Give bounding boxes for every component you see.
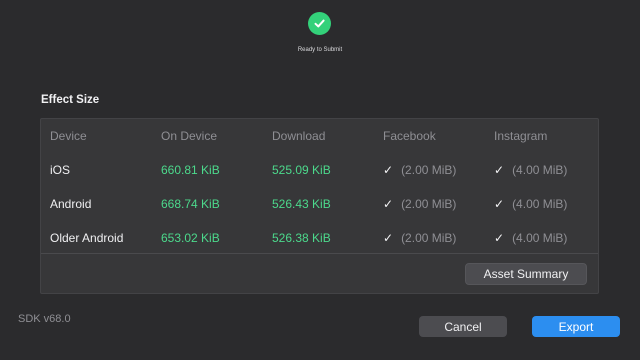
- column-header-device: Device: [50, 129, 87, 143]
- download-size: 526.38 KiB: [272, 231, 331, 245]
- download-size: 526.43 KiB: [272, 197, 331, 211]
- cancel-button[interactable]: Cancel: [419, 316, 507, 337]
- asset-summary-button[interactable]: Asset Summary: [465, 263, 587, 285]
- on-device-size: 660.81 KiB: [161, 163, 220, 177]
- on-device-size: 653.02 KiB: [161, 231, 220, 245]
- instagram-limit: (4.00 MiB): [512, 163, 568, 177]
- checkmark-icon: ✓: [494, 231, 505, 245]
- column-header-facebook: Facebook: [383, 129, 436, 143]
- facebook-status: ✓ (2.00 MiB): [383, 197, 456, 211]
- instagram-limit: (4.00 MiB): [512, 197, 568, 211]
- column-header-on-device: On Device: [161, 129, 218, 143]
- facebook-limit: (2.00 MiB): [401, 197, 457, 211]
- device-name: Older Android: [50, 231, 124, 245]
- device-name: iOS: [50, 163, 71, 177]
- section-title: Effect Size: [41, 94, 100, 106]
- export-button[interactable]: Export: [532, 316, 620, 337]
- facebook-status: ✓ (2.00 MiB): [383, 163, 456, 177]
- checkmark-icon: ✓: [383, 163, 394, 177]
- effect-size-table: Device On Device Download Facebook Insta…: [40, 118, 599, 294]
- instagram-status: ✓ (4.00 MiB): [494, 231, 567, 245]
- checkmark-icon: ✓: [383, 197, 394, 211]
- instagram-limit: (4.00 MiB): [512, 231, 568, 245]
- column-header-instagram: Instagram: [494, 129, 548, 143]
- checkmark-icon: ✓: [494, 163, 505, 177]
- device-name: Android: [50, 197, 92, 211]
- checkmark-icon: ✓: [494, 197, 505, 211]
- facebook-limit: (2.00 MiB): [401, 163, 457, 177]
- instagram-status: ✓ (4.00 MiB): [494, 163, 567, 177]
- status-text: Ready to Submit: [297, 47, 343, 53]
- check-circle-icon: [308, 12, 331, 35]
- table-divider: [41, 253, 598, 254]
- sdk-version: SDK v68.0: [18, 313, 71, 325]
- checkmark-icon: ✓: [383, 231, 394, 245]
- facebook-status: ✓ (2.00 MiB): [383, 231, 456, 245]
- on-device-size: 668.74 KiB: [161, 197, 220, 211]
- instagram-status: ✓ (4.00 MiB): [494, 197, 567, 211]
- submit-dialog: Ready to Submit Effect Size Device On De…: [0, 0, 640, 360]
- column-header-download: Download: [272, 129, 326, 143]
- facebook-limit: (2.00 MiB): [401, 231, 457, 245]
- download-size: 525.09 KiB: [272, 163, 331, 177]
- submit-status: Ready to Submit: [0, 12, 640, 60]
